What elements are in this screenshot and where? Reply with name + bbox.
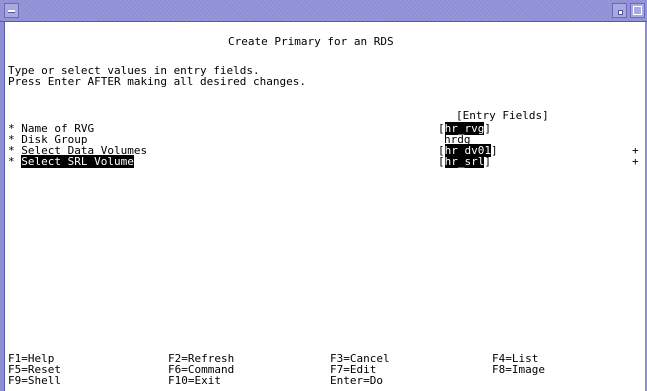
window-titlebar[interactable] (0, 0, 647, 22)
window-menu-icon[interactable] (4, 3, 19, 18)
field-bracket-close: ] (484, 122, 491, 135)
minimize-icon[interactable] (612, 3, 627, 18)
field-value-select-srl-volume[interactable]: hr_srl (444, 155, 485, 168)
terminal-window: Create Primary for an RDS Type or select… (0, 0, 647, 391)
fkey-f10-exit[interactable]: F10=Exit (168, 375, 221, 386)
fkey-f9-shell[interactable]: F9=Shell (8, 375, 61, 386)
field-bracket-open: [ (438, 155, 445, 168)
smit-screen: Create Primary for an RDS Type or select… (8, 22, 643, 391)
instruction-line-2: Press Enter AFTER making all desired cha… (8, 75, 307, 88)
field-label-select-srl-volume: Select SRL Volume (21, 155, 134, 168)
fkey-enter-do[interactable]: Enter=Do (330, 375, 383, 386)
field-row-select-srl-volume: * Select SRL Volume (8, 155, 134, 168)
field-input-select-srl-volume[interactable]: [hr_srl] (438, 155, 491, 168)
field-bracket-close: ] (490, 144, 498, 157)
field-bracket-close: ] (484, 155, 491, 168)
maximize-icon[interactable] (630, 3, 645, 18)
required-marker: * (8, 155, 15, 168)
list-indicator-srl-volume[interactable]: + (632, 156, 639, 167)
screen-title: Create Primary for an RDS (228, 35, 394, 48)
entry-fields-header: [Entry Fields] (456, 109, 549, 122)
fkey-f8-image[interactable]: F8=Image (492, 364, 545, 375)
window-left-border (0, 22, 5, 391)
